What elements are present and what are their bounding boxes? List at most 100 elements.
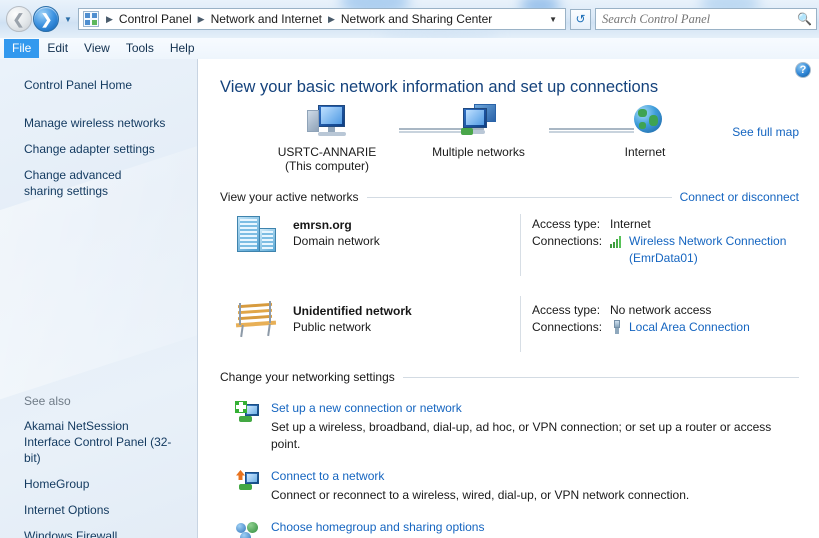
network-details: Access type: Internet Connections: [520, 214, 799, 286]
see-full-map-link[interactable]: See full map [732, 125, 799, 139]
map-node-sublabel: (This computer) [261, 159, 393, 173]
computer-icon [305, 104, 349, 142]
search-box[interactable]: 🔍 [595, 8, 817, 30]
connection-link-line2: (EmrData01) [629, 251, 698, 265]
sidebar: Control Panel Home Manage wireless netwo… [0, 59, 198, 538]
task-body: Connect to a network Connect or reconnec… [271, 468, 799, 504]
breadcrumb-network-and-sharing-center[interactable]: Network and Sharing Center [339, 11, 494, 27]
network-names: emrsn.org Domain network [293, 214, 380, 250]
address-dropdown-icon[interactable]: ▼ [543, 15, 563, 24]
connections-value: Local Area Connection [610, 319, 750, 336]
task-body: Choose homegroup and sharing options Acc… [271, 519, 799, 538]
network-name: Unidentified network [293, 303, 412, 319]
header-rule [367, 197, 672, 198]
access-type-row: Access type: No network access [532, 302, 799, 319]
menu-item-view[interactable]: View [76, 39, 118, 58]
task-title[interactable]: Choose homegroup and sharing options [271, 519, 799, 536]
connect-or-disconnect-link[interactable]: Connect or disconnect [672, 190, 799, 204]
connection-link-text[interactable]: Local Area Connection [629, 319, 750, 336]
map-node-label: USRTC-ANNARIE [261, 145, 393, 159]
network-and-sharing-center-window: ❮ ❯ ▼ ▶ Control Panel ▶ Network and Inte… [0, 0, 819, 538]
forward-button[interactable]: ❯ [33, 6, 59, 32]
active-networks-header: View your active networks Connect or dis… [220, 190, 799, 204]
address-bar[interactable]: ▶ Control Panel ▶ Network and Internet ▶… [78, 8, 566, 30]
connect-network-icon [235, 469, 261, 495]
task-body: Set up a new connection or network Set u… [271, 400, 799, 453]
connection-link-line1: Wireless Network Connection [629, 234, 786, 248]
breadcrumb-separator-icon: ▶ [102, 14, 117, 25]
connection-link-text[interactable]: Wireless Network Connection (EmrData01) [629, 233, 786, 267]
connections-row: Connections: Local Area Connection [532, 319, 799, 336]
map-node-label: Multiple networks [421, 145, 536, 159]
change-settings-list: Set up a new connection or network Set u… [199, 400, 819, 538]
access-type-row: Access type: Internet [532, 216, 799, 233]
connections-row: Connections: Wireless Network Connection… [532, 233, 799, 267]
map-node-multiple-networks[interactable]: Multiple networks [421, 104, 536, 159]
menu-bar: File Edit View Tools Help [0, 38, 819, 59]
menu-item-help[interactable]: Help [162, 39, 203, 58]
refresh-button[interactable]: ↺ [570, 9, 591, 30]
network-names: Unidentified network Public network [293, 300, 412, 336]
menu-item-tools[interactable]: Tools [118, 39, 162, 58]
task-title[interactable]: Set up a new connection or network [271, 400, 799, 417]
sidebar-item-change-adapter-settings[interactable]: Change adapter settings [0, 141, 197, 157]
map-node-label: Internet [599, 145, 691, 159]
row-divider [520, 296, 521, 352]
see-also-label: See also [0, 394, 198, 408]
forward-arrow-icon: ❯ [41, 12, 53, 26]
connections-label: Connections: [532, 319, 610, 336]
menu-item-file[interactable]: File [4, 39, 39, 58]
recent-pages-button[interactable]: ▼ [61, 7, 75, 31]
task-connect-to-network[interactable]: Connect to a network Connect or reconnec… [199, 468, 819, 504]
network-map: USRTC-ANNARIE (This computer) Multiple n… [199, 104, 819, 186]
network-details: Access type: No network access Connectio… [520, 300, 799, 358]
access-type-label: Access type: [532, 302, 610, 319]
change-settings-heading: Change your networking settings [220, 370, 403, 384]
search-input[interactable] [600, 11, 797, 28]
map-node-internet[interactable]: Internet [599, 104, 691, 159]
task-title[interactable]: Connect to a network [271, 468, 799, 485]
task-description: Set up a wireless, broadband, dial-up, a… [271, 419, 799, 453]
back-arrow-icon: ❮ [13, 12, 25, 26]
breadcrumb-control-panel[interactable]: Control Panel [117, 11, 194, 27]
sidebar-item-akamai-netsession[interactable]: Akamai NetSession Interface Control Pane… [0, 418, 198, 466]
ethernet-plug-icon [610, 320, 625, 334]
wireless-signal-icon [610, 234, 625, 248]
active-network-row: emrsn.org Domain network Access type: In… [199, 214, 819, 286]
navigation-row: ❮ ❯ ▼ ▶ Control Panel ▶ Network and Inte… [0, 0, 819, 38]
menu-item-edit[interactable]: Edit [39, 39, 76, 58]
server-stack-icon [235, 214, 283, 258]
breadcrumb-separator-icon[interactable]: ▶ [324, 14, 339, 25]
globe-icon [628, 104, 662, 142]
active-network-row: Unidentified network Public network Acce… [199, 300, 819, 358]
row-divider [520, 214, 521, 276]
breadcrumb-network-and-internet[interactable]: Network and Internet [209, 11, 324, 27]
sidebar-item-change-advanced-sharing-settings[interactable]: Change advanced sharing settings [0, 167, 197, 199]
header-rule [403, 377, 799, 378]
task-description: Connect or reconnect to a wireless, wire… [271, 487, 799, 504]
multiple-networks-icon [457, 104, 501, 142]
sidebar-item-control-panel-home[interactable]: Control Panel Home [0, 77, 197, 93]
network-identity[interactable]: Unidentified network Public network [235, 300, 520, 358]
access-type-value: No network access [610, 302, 711, 319]
sidebar-item-manage-wireless-networks[interactable]: Manage wireless networks [0, 115, 197, 131]
network-identity[interactable]: emrsn.org Domain network [235, 214, 520, 286]
sidebar-item-windows-firewall[interactable]: Windows Firewall [0, 528, 198, 538]
network-name: emrsn.org [293, 217, 380, 233]
sidebar-item-homegroup[interactable]: HomeGroup [0, 476, 198, 492]
breadcrumb-separator-icon[interactable]: ▶ [194, 14, 209, 25]
content-pane: ? View your basic network information an… [199, 59, 819, 538]
chevron-down-icon: ▼ [64, 15, 72, 24]
map-node-this-computer[interactable]: USRTC-ANNARIE (This computer) [261, 104, 393, 173]
network-type: Domain network [293, 233, 380, 250]
help-icon[interactable]: ? [795, 62, 811, 78]
task-choose-homegroup[interactable]: Choose homegroup and sharing options Acc… [199, 519, 819, 538]
access-type-label: Access type: [532, 216, 610, 233]
sidebar-item-internet-options[interactable]: Internet Options [0, 502, 198, 518]
back-button[interactable]: ❮ [6, 6, 32, 32]
connections-value: Wireless Network Connection (EmrData01) [610, 233, 786, 267]
connections-label: Connections: [532, 233, 610, 267]
page-title: View your basic network information and … [199, 59, 819, 97]
active-networks-list: emrsn.org Domain network Access type: In… [199, 214, 819, 358]
task-set-up-new-connection[interactable]: Set up a new connection or network Set u… [199, 400, 819, 453]
